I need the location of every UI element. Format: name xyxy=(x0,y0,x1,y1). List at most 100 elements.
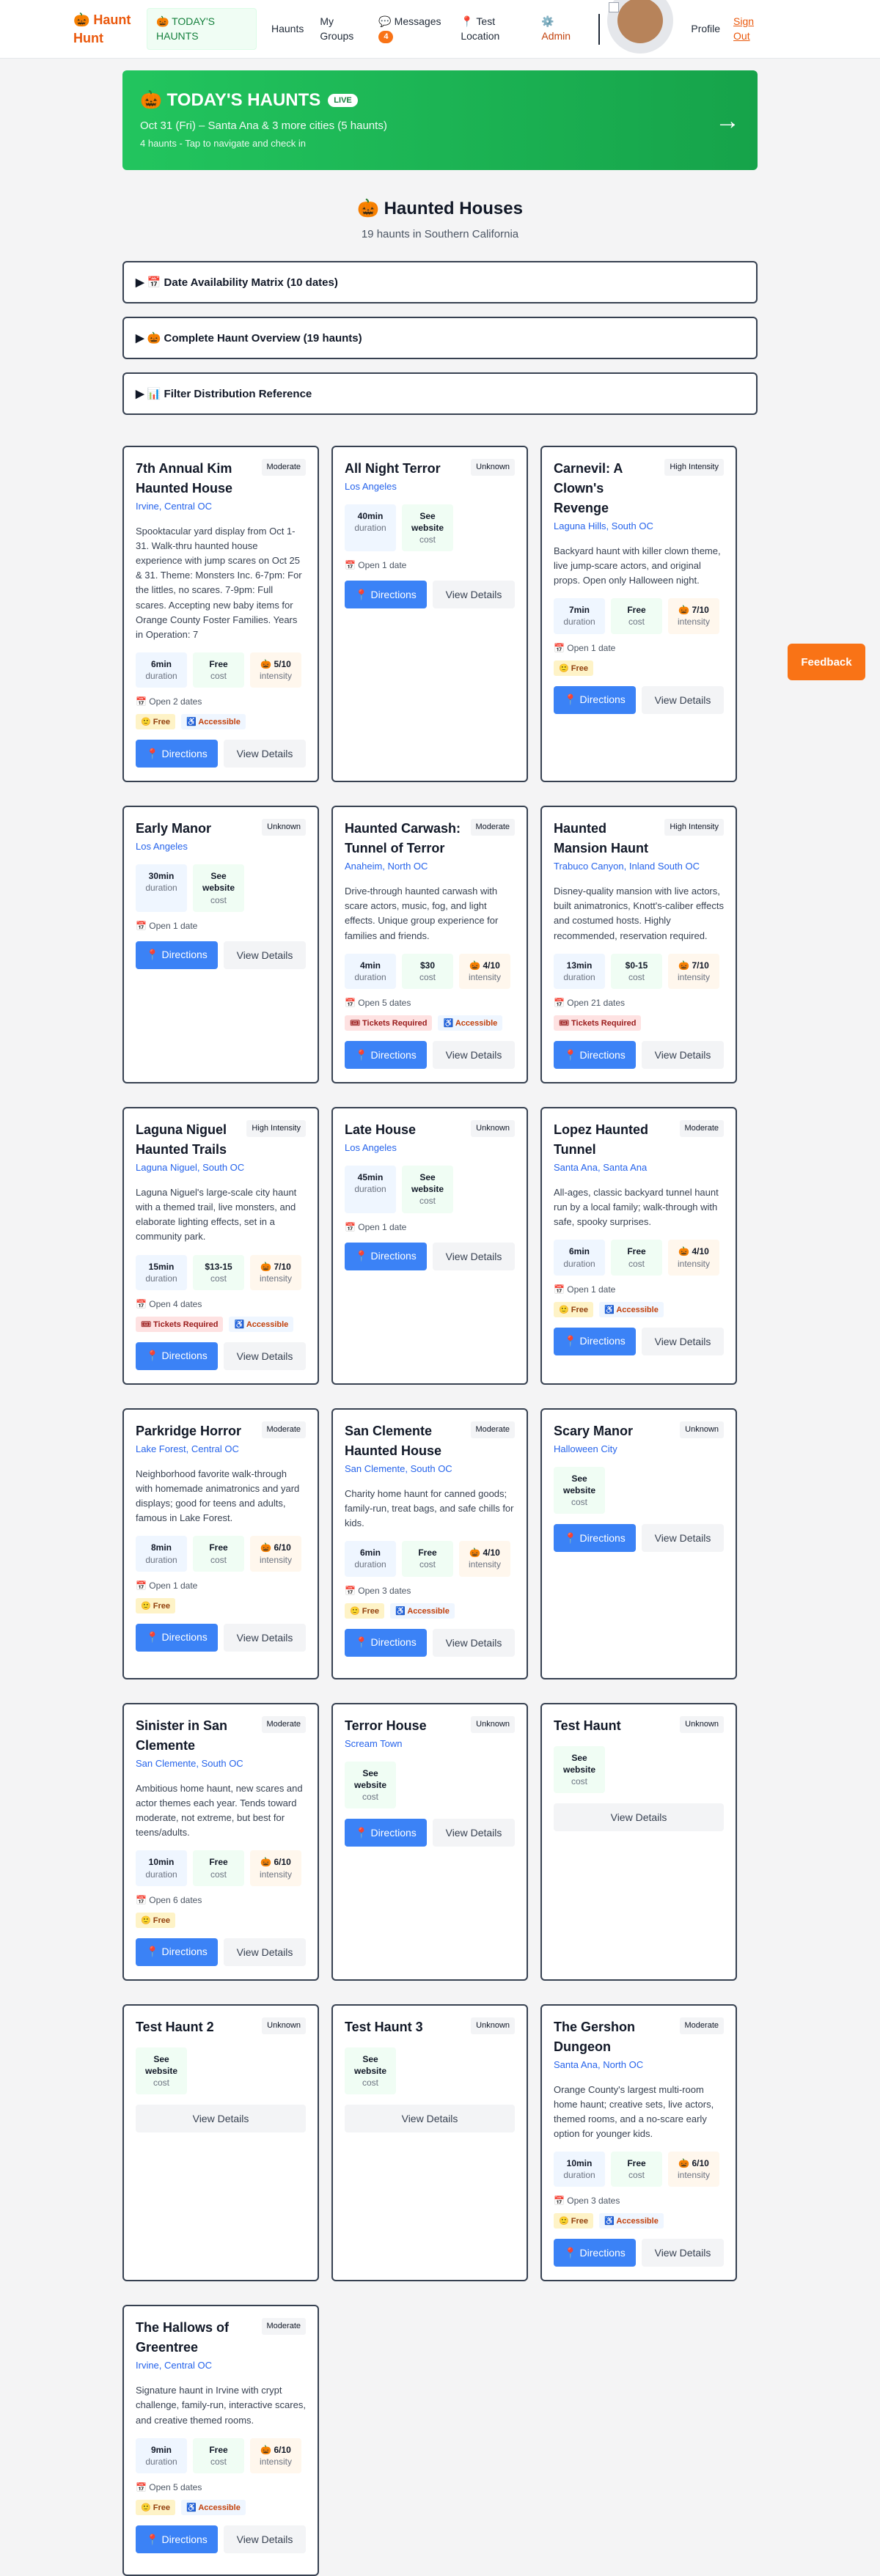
haunt-title[interactable]: San Clemente Haunted House xyxy=(345,1421,466,1461)
duration-label: duration xyxy=(563,617,595,628)
tag-row: 🎟 Tickets Required ♿ Accessible xyxy=(136,1316,306,1332)
cost-label: cost xyxy=(210,894,227,905)
brand-logo[interactable]: 🎃 Haunt Hunt xyxy=(73,11,147,47)
card-actions: 📍 Directions View Details xyxy=(136,1342,306,1370)
cost-stat: Free cost xyxy=(193,652,244,688)
directions-button[interactable]: 📍 Directions xyxy=(345,1242,427,1270)
view-details-button[interactable]: View Details xyxy=(136,2105,306,2133)
directions-button[interactable]: 📍 Directions xyxy=(345,581,427,609)
directions-button[interactable]: 📍 Directions xyxy=(136,1342,218,1370)
duration-label: duration xyxy=(354,971,386,982)
haunt-title[interactable]: Early Manor xyxy=(136,819,211,839)
view-details-button[interactable]: View Details xyxy=(224,2525,306,2554)
accessible-tag: ♿ Accessible xyxy=(181,2500,246,2516)
view-details-button[interactable]: View Details xyxy=(433,1041,515,1070)
nav-messages[interactable]: 💬 Messages 4 xyxy=(378,15,444,44)
directions-button[interactable]: 📍 Directions xyxy=(136,941,218,969)
free-tag: 🙂 Free xyxy=(136,714,175,730)
directions-button[interactable]: 📍 Directions xyxy=(554,2239,636,2267)
haunt-title[interactable]: Carnevil: A Clown's Revenge xyxy=(554,459,660,518)
nav-my-groups[interactable]: My Groups xyxy=(320,15,362,43)
haunt-overview-toggle[interactable]: ▶ 🎃 Complete Haunt Overview (19 haunts) xyxy=(122,317,758,359)
haunt-title[interactable]: Laguna Niguel Haunted Trails xyxy=(136,1120,242,1160)
directions-button[interactable]: 📍 Directions xyxy=(136,740,218,768)
open-dates: 📅 Open 1 date xyxy=(136,920,198,931)
feedback-button[interactable]: Feedback xyxy=(788,644,865,680)
haunt-title[interactable]: The Gershon Dungeon xyxy=(554,2017,675,2057)
view-details-button[interactable]: View Details xyxy=(642,1041,724,1070)
directions-button[interactable]: 📍 Directions xyxy=(554,1524,636,1553)
cost-stat: Free cost xyxy=(193,2437,244,2474)
view-details-button[interactable]: View Details xyxy=(345,2105,515,2133)
haunt-title[interactable]: Haunted Carwash: Tunnel of Terror xyxy=(345,819,466,858)
directions-button[interactable]: 📍 Directions xyxy=(136,1623,218,1652)
nav-profile[interactable]: Profile xyxy=(691,22,720,37)
open-dates: 📅 Open 1 date xyxy=(554,1284,616,1295)
sign-out-link[interactable]: Sign Out xyxy=(733,15,760,43)
haunt-title[interactable]: All Night Terror xyxy=(345,459,441,479)
haunt-title[interactable]: Lopez Haunted Tunnel xyxy=(554,1120,675,1160)
date-matrix-toggle[interactable]: ▶ 📅 Date Availability Matrix (10 dates) xyxy=(122,261,758,303)
cost-value: See website xyxy=(411,1171,444,1195)
view-details-button[interactable]: View Details xyxy=(433,1819,515,1847)
haunt-title[interactable]: Sinister in San Clemente xyxy=(136,1716,257,1756)
duration-value: 8min xyxy=(150,1542,172,1553)
directions-button[interactable]: 📍 Directions xyxy=(554,685,636,714)
view-details-button[interactable]: View Details xyxy=(433,581,515,609)
arrow-right-icon[interactable]: → xyxy=(715,107,740,136)
haunt-title[interactable]: Scary Manor xyxy=(554,1421,633,1441)
intensity-value: 🎃 6/10 xyxy=(260,1542,291,1553)
intensity-value: 🎃 7/10 xyxy=(260,1261,291,1272)
nav-haunts[interactable]: Haunts xyxy=(271,22,304,37)
avatar[interactable] xyxy=(607,0,674,54)
view-details-button[interactable]: View Details xyxy=(224,1623,306,1652)
intensity-value: 🎃 6/10 xyxy=(678,2158,709,2169)
view-details-button[interactable]: View Details xyxy=(224,1937,306,1966)
directions-button[interactable]: 📍 Directions xyxy=(345,1628,427,1657)
haunt-title[interactable]: Late House xyxy=(345,1120,416,1140)
nav-test-location[interactable]: 📍 Test Location xyxy=(461,15,525,43)
intensity-level-badge: High Intensity xyxy=(664,459,724,476)
card-actions: 📍 Directions View Details xyxy=(136,1937,306,1966)
view-details-button[interactable]: View Details xyxy=(224,941,306,969)
haunt-title[interactable]: The Hallows of Greentree xyxy=(136,2318,257,2358)
duration-stat: 45min duration xyxy=(345,1165,396,1213)
directions-button[interactable]: 📍 Directions xyxy=(345,1819,427,1847)
intensity-stat: 🎃 6/10 intensity xyxy=(668,2152,719,2187)
view-details-button[interactable]: View Details xyxy=(433,1242,515,1270)
card-header: The Gershon Dungeon Moderate xyxy=(554,2017,724,2057)
haunt-title[interactable]: Test Haunt 3 xyxy=(345,2017,423,2037)
haunt-title[interactable]: 7th Annual Kim Haunted House xyxy=(136,459,257,498)
directions-button[interactable]: 📍 Directions xyxy=(554,1327,636,1355)
view-details-button[interactable]: View Details xyxy=(642,1524,724,1553)
avatar-container[interactable] xyxy=(607,0,691,62)
cost-value: See website xyxy=(202,871,235,894)
haunt-title[interactable]: Haunted Mansion Haunt xyxy=(554,819,660,858)
nav-admin[interactable]: ⚙️ Admin xyxy=(541,15,579,43)
haunt-title[interactable]: Terror House xyxy=(345,1716,427,1736)
nav-todays-haunts[interactable]: 🎃 TODAY'S HAUNTS xyxy=(147,7,257,51)
cost-stat: See website cost xyxy=(554,1745,605,1794)
duration-stat: 15min duration xyxy=(136,1254,187,1290)
view-details-button[interactable]: View Details xyxy=(224,1342,306,1370)
directions-button[interactable]: 📍 Directions xyxy=(345,1041,427,1070)
directions-button[interactable]: 📍 Directions xyxy=(136,1937,218,1966)
view-details-button[interactable]: View Details xyxy=(642,2239,724,2267)
view-details-button[interactable]: View Details xyxy=(642,1327,724,1355)
haunt-title[interactable]: Parkridge Horror xyxy=(136,1421,241,1441)
haunt-title[interactable]: Test Haunt 2 xyxy=(136,2017,214,2037)
intensity-stat: 🎃 5/10 intensity xyxy=(250,652,301,688)
todays-haunts-banner[interactable]: 🎃 TODAY'S HAUNTS LIVE Oct 31 (Fri) – Sant… xyxy=(122,70,758,170)
haunt-title[interactable]: Test Haunt xyxy=(554,1716,621,1736)
view-details-button[interactable]: View Details xyxy=(554,1803,724,1832)
view-details-button[interactable]: View Details xyxy=(224,740,306,768)
directions-button[interactable]: 📍 Directions xyxy=(554,1041,636,1070)
directions-button[interactable]: 📍 Directions xyxy=(136,2525,218,2554)
filter-reference-toggle[interactable]: ▶ 📊 Filter Distribution Reference xyxy=(122,372,758,415)
intensity-label: intensity xyxy=(468,971,502,982)
intensity-level-badge: Moderate xyxy=(261,1421,306,1438)
view-details-button[interactable]: View Details xyxy=(642,685,724,714)
tag-row: 🎟 Tickets Required ♿ Accessible xyxy=(345,1015,515,1031)
accessible-tag: ♿ Accessible xyxy=(229,1316,294,1332)
view-details-button[interactable]: View Details xyxy=(433,1628,515,1657)
